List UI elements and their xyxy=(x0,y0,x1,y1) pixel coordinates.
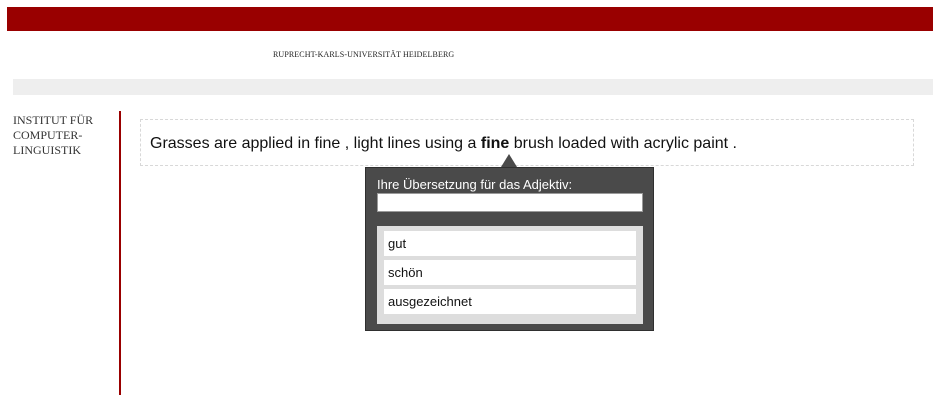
translation-input[interactable] xyxy=(377,193,643,212)
institute-line-1: INSTITUT FÜR xyxy=(13,113,94,127)
translation-prompt-label: Ihre Übersetzung für das Adjektiv: xyxy=(377,177,573,192)
suggestion-item-schoen[interactable]: schön xyxy=(384,260,636,285)
navigation-band xyxy=(13,79,933,95)
top-brand-bar xyxy=(7,7,933,31)
suggestion-item-gut[interactable]: gut xyxy=(384,231,636,256)
sentence-target-word: fine xyxy=(480,135,510,152)
popup-pointer-arrow xyxy=(501,154,517,167)
translation-popup: Ihre Übersetzung für das Adjektiv: gut s… xyxy=(365,167,654,331)
sentence-text: Grasses are applied in fine , light line… xyxy=(150,135,737,153)
institute-line-3: LINGUISTIK xyxy=(13,143,81,157)
page: RUPRECHT-KARLS-UNIVERSITÄT HEIDELBERG IN… xyxy=(0,0,933,395)
institute-name[interactable]: INSTITUT FÜR COMPUTER- LINGUISTIK xyxy=(13,113,113,158)
suggestion-list: gut schön ausgezeichnet xyxy=(377,226,643,324)
university-name[interactable]: RUPRECHT-KARLS-UNIVERSITÄT HEIDELBERG xyxy=(273,50,454,59)
institute-line-2: COMPUTER- xyxy=(13,128,83,142)
sentence-after: brush loaded with acrylic paint . xyxy=(509,135,737,152)
sentence-before: Grasses are applied in fine , light line… xyxy=(150,135,481,152)
sentence-box: Grasses are applied in fine , light line… xyxy=(140,119,914,166)
suggestion-item-ausgezeichnet[interactable]: ausgezeichnet xyxy=(384,289,636,314)
sidebar-divider xyxy=(119,111,121,395)
